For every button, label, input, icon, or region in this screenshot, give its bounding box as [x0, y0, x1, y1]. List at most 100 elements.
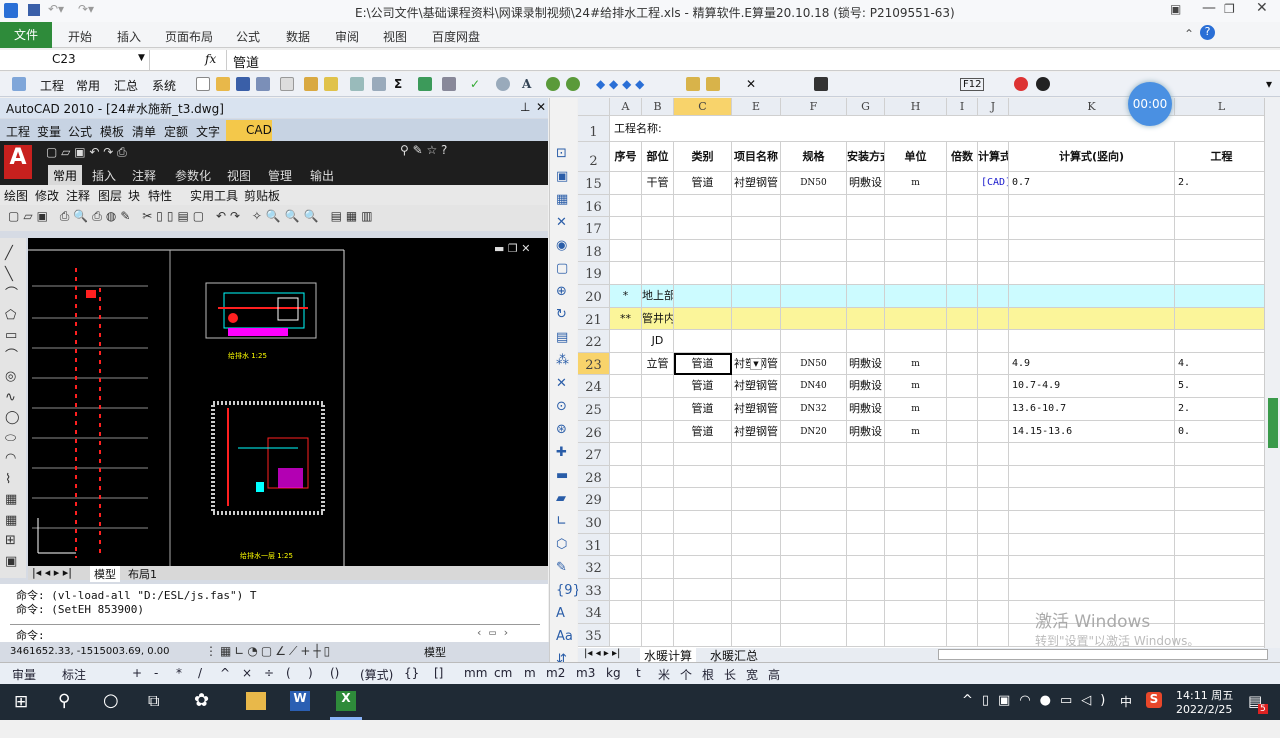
panel-clipboard[interactable]: 剪贴板 [244, 187, 280, 204]
insert-symbol-button[interactable]: 宽 [746, 666, 758, 683]
column-title[interactable]: 计算式(水平) [978, 142, 1009, 172]
table-cell[interactable] [610, 511, 642, 534]
autocad-logo-icon[interactable]: A [4, 145, 32, 179]
table-cell[interactable] [732, 239, 781, 263]
table-cell[interactable] [947, 465, 978, 489]
table-cell[interactable] [978, 262, 1009, 285]
column-header-A[interactable]: A [610, 98, 642, 116]
table-cell[interactable] [732, 465, 781, 489]
table-cell[interactable] [947, 443, 978, 466]
table-cell[interactable] [674, 443, 732, 466]
insert-symbol-button[interactable]: ( [286, 666, 291, 680]
table-cell[interactable] [732, 262, 781, 285]
table-cell[interactable] [947, 488, 978, 511]
active-cell[interactable]: 管道 [674, 352, 732, 376]
column-header-G[interactable]: G [847, 98, 885, 116]
table-cell[interactable] [1175, 443, 1269, 466]
insert-symbol-button[interactable]: kg [606, 666, 621, 680]
row-header-20[interactable]: 20 [578, 285, 610, 308]
copy-icon[interactable] [686, 77, 700, 91]
ribbon-options-icon[interactable]: ▣ [1170, 2, 1181, 16]
table-cell[interactable] [674, 578, 732, 602]
table-cell[interactable]: 衬塑钢管 [732, 375, 781, 398]
table-cell[interactable]: 明敷设 [847, 375, 885, 398]
excel-icon[interactable]: X [336, 691, 356, 711]
search-icon[interactable]: ⚲ [58, 691, 70, 711]
start-icon[interactable]: ⊞ [14, 692, 28, 712]
table-cell[interactable] [978, 285, 1009, 308]
table-cell[interactable]: 地上部分 [642, 285, 674, 308]
table-cell[interactable] [885, 556, 947, 579]
sum-icon[interactable]: Σ [394, 77, 402, 91]
back-icon[interactable] [546, 77, 560, 91]
table-cell[interactable] [885, 262, 947, 285]
table-cell[interactable] [1175, 533, 1269, 557]
tab-list[interactable]: 清单 [132, 123, 156, 140]
table-cell[interactable] [947, 556, 978, 579]
table-cell[interactable] [610, 172, 642, 195]
tab-template[interactable]: 模板 [100, 123, 124, 140]
help-icon[interactable]: ? [1200, 25, 1215, 40]
layout-nav-icons[interactable]: |◂ ◂ ▸ ▸| [32, 566, 72, 579]
table-cell[interactable] [978, 239, 1009, 263]
row-header-1[interactable]: 1 [578, 116, 610, 142]
import-icon[interactable] [304, 77, 318, 91]
table-cell[interactable] [1175, 239, 1269, 263]
table-cell[interactable] [610, 443, 642, 466]
table-cell[interactable] [847, 533, 885, 557]
table-cell[interactable] [610, 488, 642, 511]
table-cell[interactable] [642, 578, 674, 602]
table-cell[interactable] [885, 330, 947, 353]
undo-icon[interactable]: ↶▾ [48, 2, 64, 16]
panel-layers[interactable]: 图层 [98, 187, 122, 204]
table-cell[interactable] [1009, 217, 1175, 240]
row-header-31[interactable]: 31 [578, 533, 610, 557]
close-button[interactable]: ✕ [1256, 0, 1268, 16]
table-cell[interactable] [1009, 330, 1175, 353]
table-cell[interactable] [978, 375, 1009, 398]
insert-symbol-button[interactable]: t [636, 666, 641, 680]
table-cell[interactable] [947, 307, 978, 331]
table-cell[interactable] [1175, 578, 1269, 602]
tab-formula[interactable]: 公式 [68, 123, 92, 140]
column-header-F[interactable]: F [781, 98, 847, 116]
project-name-cell[interactable]: 工程名称: [610, 116, 1280, 142]
table-cell[interactable] [674, 239, 732, 263]
table-cell[interactable] [781, 601, 847, 624]
panel-draw[interactable]: 绘图 [4, 187, 28, 204]
table-cell[interactable]: m [885, 398, 947, 421]
table-cell[interactable]: 明敷设 [847, 420, 885, 444]
task-view-icon[interactable]: ⧉ [148, 691, 159, 711]
table-cell[interactable] [674, 262, 732, 285]
stop-icon[interactable] [1014, 77, 1028, 91]
annotate-checkbox[interactable]: 标注 [62, 666, 86, 683]
table-cell[interactable] [781, 239, 847, 263]
table-cell[interactable] [847, 488, 885, 511]
insert-symbol-button[interactable]: (算式) [360, 666, 393, 683]
table-cell[interactable] [674, 194, 732, 218]
table-cell[interactable] [674, 488, 732, 511]
column-title[interactable]: 规格 [781, 142, 847, 172]
file-explorer-icon[interactable] [246, 692, 266, 710]
table-cell[interactable] [978, 488, 1009, 511]
tab-file[interactable]: 文件 [0, 22, 52, 48]
row-header-30[interactable]: 30 [578, 511, 610, 534]
table-cell[interactable] [1009, 511, 1175, 534]
table-cell[interactable] [947, 239, 978, 263]
table-cell[interactable] [781, 533, 847, 557]
table-cell[interactable] [947, 533, 978, 557]
row-header-22[interactable]: 22 [578, 330, 610, 353]
spreadsheet-grid[interactable]: ABCEFGHIJKL1工程名称:2序号部位类别项目名称规格安装方式单位倍数计算… [578, 98, 1280, 648]
system-tray-icons[interactable]: ^▯▣◠●▭◁) [962, 693, 1114, 708]
table-cell[interactable] [732, 443, 781, 466]
column-title[interactable]: 工程 [1175, 142, 1269, 172]
table-cell[interactable]: m [885, 172, 947, 195]
table-cell[interactable] [1009, 307, 1175, 331]
table-cell[interactable] [947, 217, 978, 240]
row-header-2[interactable]: 2 [578, 142, 610, 172]
table-cell[interactable] [674, 624, 732, 647]
insert-symbol-button[interactable]: ÷ [264, 666, 274, 680]
cad-tab-view[interactable]: 视图 [227, 167, 251, 184]
table-cell[interactable] [674, 217, 732, 240]
column-title[interactable]: 倍数 [947, 142, 978, 172]
